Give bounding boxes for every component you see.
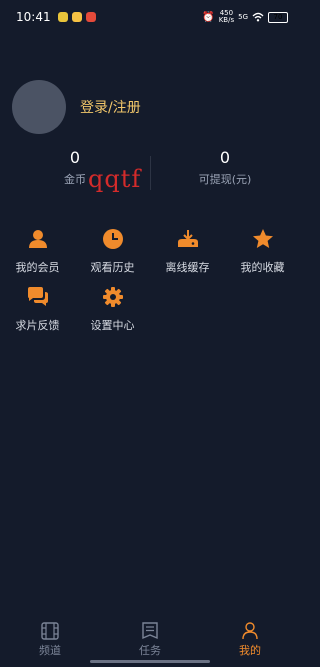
menu-row-2: 求片反馈 设置中心: [0, 286, 300, 344]
notification-app-icon-2: [71, 12, 82, 22]
menu-grid: 我的会员 观看历史 离线缓存 我的收藏 求片反馈 设置中心: [0, 228, 300, 344]
tab-label: 我的: [239, 644, 261, 657]
tab-label: 任务: [139, 644, 161, 657]
network-type: 5G: [238, 13, 248, 21]
menu-item-feedback[interactable]: 求片反馈: [0, 286, 75, 344]
menu-item-label: 我的收藏: [240, 261, 285, 274]
menu-item-membership[interactable]: 我的会员: [0, 228, 75, 286]
profile-icon: [242, 622, 258, 640]
home-indicator[interactable]: [90, 660, 210, 663]
user-icon: [27, 228, 49, 250]
profile-section: 登录/注册: [12, 80, 141, 134]
tab-label: 频道: [39, 644, 61, 657]
battery-level: 70: [273, 12, 283, 21]
battery-icon: 70: [268, 11, 288, 23]
menu-row-1: 我的会员 观看历史 离线缓存 我的收藏: [0, 228, 300, 286]
menu-item-settings[interactable]: 设置中心: [75, 286, 150, 344]
menu-item-label: 求片反馈: [15, 319, 60, 332]
status-left: 10:41: [16, 10, 96, 24]
wifi-icon: [252, 12, 264, 22]
task-icon: [142, 622, 158, 640]
withdraw-value: 0: [219, 148, 231, 167]
net-speed: 450 KB/s: [219, 10, 234, 24]
menu-item-label: 离线缓存: [165, 261, 210, 274]
alarm-icon: ⏰: [202, 11, 215, 23]
menu-item-label: 我的会员: [15, 261, 60, 274]
status-right: ⏰ 450 KB/s 5G 70: [202, 10, 288, 24]
chat-icon: [27, 286, 49, 308]
menu-item-label: 设置中心: [90, 319, 135, 332]
menu-item-offline-cache[interactable]: 离线缓存: [150, 228, 225, 286]
clock-icon: [102, 228, 124, 250]
withdraw-stat[interactable]: 0 可提现(元): [150, 148, 300, 187]
menu-item-label: 观看历史: [90, 261, 135, 274]
login-register-link[interactable]: 登录/注册: [80, 97, 141, 117]
overlay-watermark-text: qqtf: [88, 165, 142, 193]
menu-item-history[interactable]: 观看历史: [75, 228, 150, 286]
tab-channel[interactable]: 频道: [0, 622, 100, 658]
notification-app-icon-3: [85, 12, 96, 22]
status-time: 10:41: [16, 10, 51, 24]
menu-item-favorites[interactable]: 我的收藏: [225, 228, 300, 286]
net-speed-unit: KB/s: [218, 16, 235, 24]
withdraw-label: 可提现(元): [198, 173, 252, 186]
tab-mine[interactable]: 我的: [200, 622, 300, 658]
film-icon: [41, 622, 59, 640]
status-bar: 10:41 ⏰ 450 KB/s 5G 70: [0, 0, 300, 34]
download-icon: [177, 228, 199, 250]
avatar[interactable]: [12, 80, 66, 134]
stats-section: 0 金币 0 可提现(元): [0, 148, 300, 192]
tab-tasks[interactable]: 任务: [100, 622, 200, 658]
star-icon: [252, 228, 274, 250]
gear-icon: [102, 286, 124, 308]
notification-app-icon-1: [57, 12, 68, 22]
